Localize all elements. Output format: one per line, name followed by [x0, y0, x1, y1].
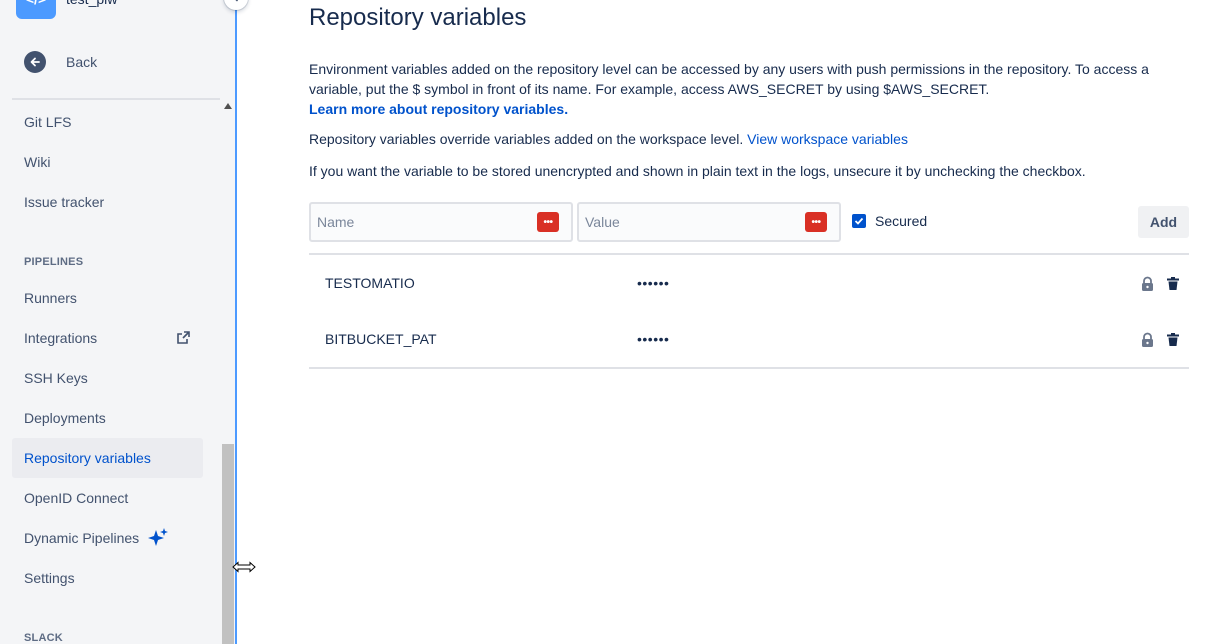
scrollbar-thumb[interactable] [222, 444, 234, 644]
description: Environment variables added on the repos… [309, 59, 1169, 119]
sidebar-item-label: Git LFS [24, 114, 72, 130]
checkmark-icon [854, 217, 864, 225]
sparkle-icon [148, 528, 169, 546]
variable-name: BITBUCKET_PAT [325, 331, 437, 347]
table-row: TESTOMATIO •••••• [309, 255, 1189, 311]
sidebar-item-integrations[interactable]: Integrations [12, 318, 203, 358]
repo-name[interactable]: test_plw [66, 0, 117, 7]
lock-icon[interactable] [1141, 276, 1154, 291]
password-manager-icon[interactable]: ••• [537, 212, 559, 232]
back-label: Back [66, 54, 98, 70]
sidebar-item-repository-variables[interactable]: Repository variables [12, 438, 203, 478]
sidebar-item-label: Issue tracker [24, 194, 105, 210]
sidebar-item-ssh-keys[interactable]: SSH Keys [12, 358, 203, 398]
add-variable-button[interactable]: Add [1138, 206, 1189, 238]
override-text: Repository variables override variables … [309, 131, 744, 147]
sidebar-item-label: Integrations [24, 330, 98, 346]
sidebar-item-label: Settings [24, 570, 75, 586]
sidebar-item-label: Runners [24, 290, 77, 306]
trash-icon[interactable] [1167, 277, 1179, 290]
trash-icon[interactable] [1167, 333, 1179, 346]
value-input[interactable] [579, 214, 779, 230]
arrow-left-icon [24, 51, 46, 73]
sidebar-item-label: Deployments [24, 410, 106, 426]
variable-value: •••••• [637, 331, 670, 347]
password-manager-icon[interactable]: ••• [805, 212, 827, 232]
secured-checkbox[interactable] [852, 214, 866, 228]
value-field[interactable]: ••• [577, 202, 841, 242]
section-heading-slack: SLACK [24, 632, 63, 644]
sidebar-item-runners[interactable]: Runners [12, 278, 203, 318]
table-divider [309, 367, 1189, 369]
repo-header[interactable]: </> test_plw [16, 0, 117, 20]
sidebar-item-label: Dynamic Pipelines [24, 530, 140, 546]
sidebar-item-issue-tracker[interactable]: Issue tracker [12, 182, 203, 222]
sidebar-item-wiki[interactable]: Wiki [12, 142, 203, 182]
secured-label: Secured [875, 213, 928, 229]
unsecure-note: If you want the variable to be stored un… [309, 163, 1086, 179]
override-note: Repository variables override variables … [309, 131, 908, 147]
sidebar-item-label: SSH Keys [24, 370, 88, 386]
learn-more-link[interactable]: Learn more about repository variables. [309, 101, 568, 117]
page-title: Repository variables [309, 4, 527, 31]
secured-toggle[interactable]: Secured [852, 213, 927, 229]
table-row: BITBUCKET_PAT •••••• [309, 311, 1189, 367]
sidebar-item-openid-connect[interactable]: OpenID Connect [12, 478, 203, 518]
sidebar-item-label: OpenID Connect [24, 490, 129, 506]
description-text: Environment variables added on the repos… [309, 61, 1149, 97]
external-link-icon [177, 331, 190, 344]
sidebar: </> test_plw Back Git LFS Wiki Issue tra… [0, 0, 236, 644]
sidebar-item-label: Wiki [24, 154, 51, 170]
variable-name: TESTOMATIO [325, 275, 415, 291]
back-button[interactable]: Back [24, 48, 97, 76]
sidebar-resize-handle[interactable] [235, 0, 237, 644]
view-workspace-variables-link[interactable]: View workspace variables [747, 131, 908, 147]
variable-value: •••••• [637, 275, 670, 291]
sidebar-item-git-lfs[interactable]: Git LFS [12, 102, 203, 142]
section-heading-pipelines: PIPELINES [24, 256, 84, 268]
resize-cursor-icon [232, 561, 256, 573]
lock-icon[interactable] [1141, 332, 1154, 347]
name-input[interactable] [311, 214, 511, 230]
sidebar-divider [12, 98, 220, 100]
repo-avatar[interactable]: </> [16, 0, 56, 19]
chevron-left-icon [235, 0, 239, 2]
sidebar-item-label: Repository variables [24, 450, 151, 466]
sidebar-item-deployments[interactable]: Deployments [12, 398, 203, 438]
sidebar-item-dynamic-pipelines[interactable]: Dynamic Pipelines [12, 518, 203, 558]
sidebar-item-settings[interactable]: Settings [12, 558, 203, 598]
scroll-up-arrow-icon[interactable] [224, 103, 232, 109]
name-field[interactable]: ••• [309, 202, 573, 242]
